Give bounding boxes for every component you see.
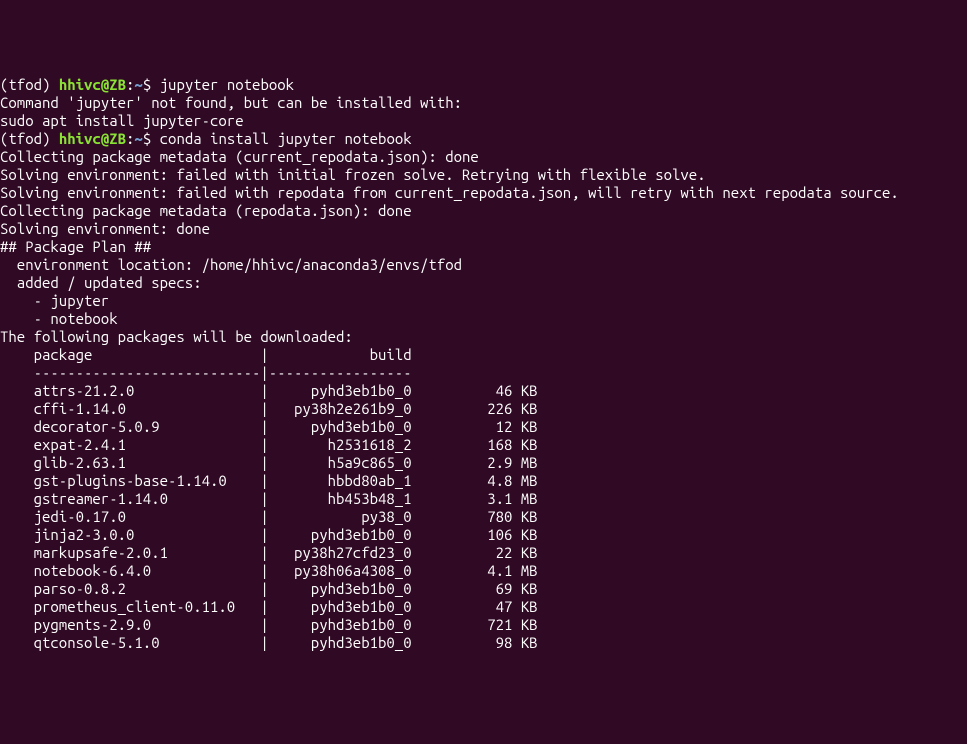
solve-line: Solving environment: failed with initial… bbox=[0, 166, 967, 184]
package-plan-header: ## Package Plan ## bbox=[0, 238, 967, 256]
prompt-path: ~ bbox=[134, 76, 142, 93]
package-row: gstreamer-1.14.0 | hb453b48_1 3.1 MB bbox=[0, 490, 967, 508]
package-table-header: package | build bbox=[0, 346, 967, 364]
prompt-line-2: (tfod) hhivc@ZB:~$ conda install jupyter… bbox=[0, 130, 967, 148]
environment-location: environment location: /home/hhivc/anacon… bbox=[0, 256, 967, 274]
solve-line: Solving environment: failed with repodat… bbox=[0, 184, 967, 202]
spec-item: - notebook bbox=[0, 310, 967, 328]
install-suggestion: sudo apt install jupyter-core bbox=[0, 112, 967, 130]
package-row: decorator-5.0.9 | pyhd3eb1b0_0 12 KB bbox=[0, 418, 967, 436]
prompt-userhost: hhivc@ZB bbox=[59, 76, 126, 93]
package-row: prometheus_client-0.11.0 | pyhd3eb1b0_0 … bbox=[0, 598, 967, 616]
prompt-env: (tfod) bbox=[0, 76, 59, 93]
package-table-separator: ---------------------------|------------… bbox=[0, 364, 967, 382]
package-row: pygments-2.9.0 | pyhd3eb1b0_0 721 KB bbox=[0, 616, 967, 634]
metadata-line: Collecting package metadata (repodata.js… bbox=[0, 202, 967, 220]
prompt-line-1: (tfod) hhivc@ZB:~$ jupyter notebook bbox=[0, 76, 967, 94]
download-header: The following packages will be downloade… bbox=[0, 328, 967, 346]
package-row: expat-2.4.1 | h2531618_2 168 KB bbox=[0, 436, 967, 454]
prompt-path: ~ bbox=[134, 130, 142, 147]
prompt-userhost: hhivc@ZB bbox=[59, 130, 126, 147]
package-row: qtconsole-5.1.0 | pyhd3eb1b0_0 98 KB bbox=[0, 634, 967, 652]
package-row: jinja2-3.0.0 | pyhd3eb1b0_0 106 KB bbox=[0, 526, 967, 544]
package-row: jedi-0.17.0 | py38_0 780 KB bbox=[0, 508, 967, 526]
terminal-output[interactable]: (tfod) hhivc@ZB:~$ jupyter notebookComma… bbox=[0, 76, 967, 652]
package-row: markupsafe-2.0.1 | py38h27cfd23_0 22 KB bbox=[0, 544, 967, 562]
package-row: cffi-1.14.0 | py38h2e261b9_0 226 KB bbox=[0, 400, 967, 418]
package-row: gst-plugins-base-1.14.0 | hbbd80ab_1 4.8… bbox=[0, 472, 967, 490]
command-text: jupyter notebook bbox=[160, 76, 294, 93]
solve-line: Solving environment: done bbox=[0, 220, 967, 238]
metadata-line: Collecting package metadata (current_rep… bbox=[0, 148, 967, 166]
package-row: notebook-6.4.0 | py38h06a4308_0 4.1 MB bbox=[0, 562, 967, 580]
package-row: glib-2.63.1 | h5a9c865_0 2.9 MB bbox=[0, 454, 967, 472]
spec-item: - jupyter bbox=[0, 292, 967, 310]
package-row: attrs-21.2.0 | pyhd3eb1b0_0 46 KB bbox=[0, 382, 967, 400]
added-specs-header: added / updated specs: bbox=[0, 274, 967, 292]
prompt-env: (tfod) bbox=[0, 130, 59, 147]
not-found-line: Command 'jupyter' not found, but can be … bbox=[0, 94, 967, 112]
package-row: parso-0.8.2 | pyhd3eb1b0_0 69 KB bbox=[0, 580, 967, 598]
command-text: conda install jupyter notebook bbox=[160, 130, 412, 147]
